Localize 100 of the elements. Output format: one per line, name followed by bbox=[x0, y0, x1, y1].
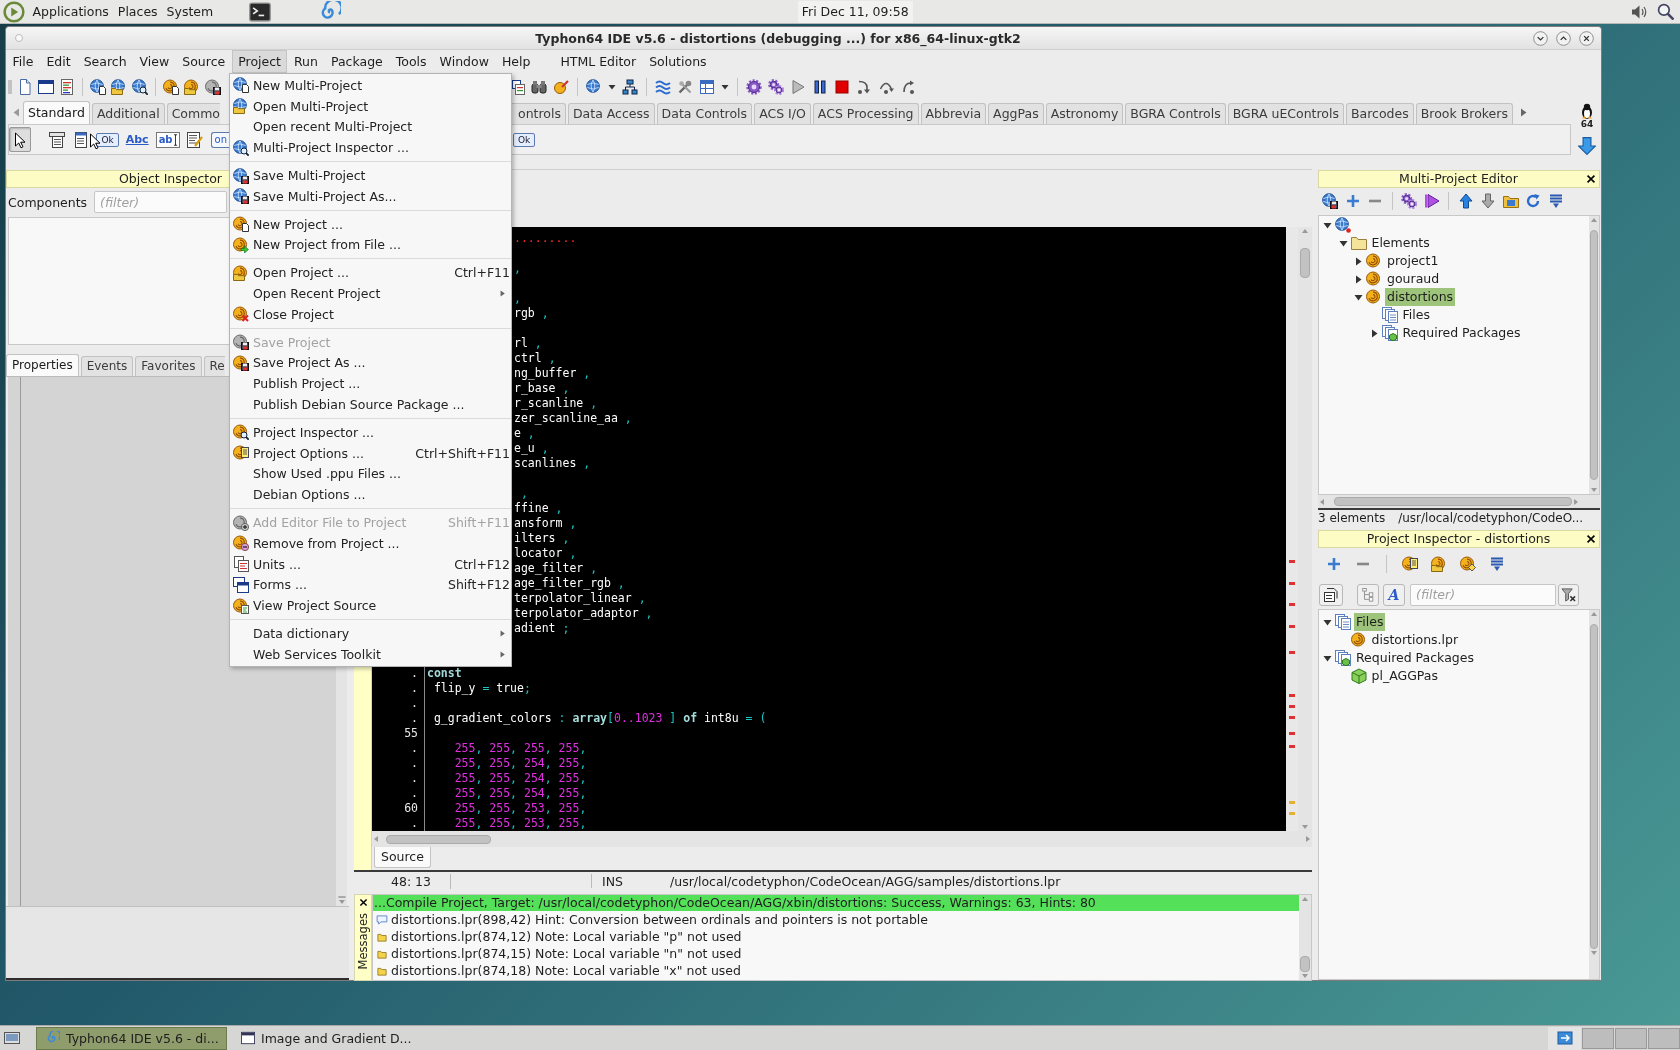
tab[interactable]: Events bbox=[80, 356, 134, 376]
palette-tab[interactable]: Barcodes bbox=[1346, 103, 1414, 124]
tree-item[interactable]: pl_AGGPas bbox=[1369, 667, 1440, 685]
error-marker-icon[interactable] bbox=[1289, 716, 1295, 719]
grip-icon[interactable] bbox=[8, 78, 12, 95]
vertical-scrollbar[interactable] bbox=[1299, 895, 1311, 980]
plus-icon[interactable] bbox=[1326, 556, 1342, 572]
play-circle-icon[interactable] bbox=[3, 0, 25, 23]
hierarchy-icon[interactable] bbox=[622, 78, 638, 95]
menu-item[interactable]: Forms ... Shift+F12 bbox=[230, 574, 511, 596]
tree-item[interactable]: gouraud bbox=[1385, 270, 1442, 288]
menu-item[interactable]: New Project ... bbox=[230, 213, 511, 235]
palette-button[interactable]: Ok bbox=[513, 132, 536, 147]
page-lines-icon[interactable] bbox=[59, 78, 75, 95]
menu-item[interactable]: Edit bbox=[39, 50, 78, 73]
show-desktop-icon[interactable] bbox=[4, 1030, 20, 1046]
taskbar-button[interactable]: Typhon64 IDE v5.6 - di... bbox=[36, 1026, 227, 1050]
disc-pencil-icon[interactable] bbox=[553, 78, 569, 95]
palette-tab[interactable]: BGRA uEControls bbox=[1227, 103, 1344, 124]
play-icon[interactable] bbox=[1423, 193, 1440, 209]
clock[interactable]: Fri Dec 11, 09:58 bbox=[797, 0, 913, 23]
page-button[interactable] bbox=[1319, 583, 1343, 606]
error-marker-icon[interactable] bbox=[1289, 560, 1295, 563]
maximize-icon[interactable] bbox=[1556, 30, 1571, 46]
filter-field[interactable]: (filter) bbox=[1410, 583, 1556, 606]
step-into-icon[interactable] bbox=[856, 78, 872, 95]
palette-tab[interactable]: AggPas bbox=[988, 103, 1044, 124]
play-icon[interactable] bbox=[790, 78, 806, 95]
menu-item[interactable]: Project Inspector ... bbox=[230, 421, 511, 443]
menu-item[interactable]: Remove from Project ... bbox=[230, 532, 511, 554]
menu-item[interactable]: Data dictionary bbox=[230, 623, 511, 644]
terminal-icon[interactable] bbox=[248, 0, 271, 23]
globe-floppy-icon[interactable] bbox=[1322, 193, 1338, 209]
error-marker-icon[interactable] bbox=[1289, 603, 1295, 606]
palette-tab[interactable]: ontrols bbox=[512, 103, 566, 124]
menu-item[interactable]: Open Project ... Ctrl+F11 bbox=[230, 262, 511, 284]
menu-item[interactable]: Solutions bbox=[642, 50, 714, 73]
menu-item[interactable]: Run bbox=[287, 50, 325, 73]
swirl-disc-folder-icon[interactable] bbox=[1431, 556, 1447, 572]
text-button[interactable]: A bbox=[1383, 583, 1405, 606]
list-menu-icon[interactable] bbox=[1489, 556, 1505, 572]
speaker-icon[interactable] bbox=[1631, 3, 1647, 20]
horizontal-scrollbar[interactable] bbox=[372, 831, 1312, 847]
menu-item[interactable]: Open recent Multi-Project bbox=[230, 116, 511, 138]
menu-item[interactable]: Open Recent Project bbox=[230, 283, 511, 304]
menu-item[interactable]: Open Multi-Project bbox=[230, 95, 511, 117]
warning-marker-icon[interactable] bbox=[1289, 812, 1295, 815]
message-text[interactable]: distortions.lpr(874,12) Note: Local variable "p" not used bbox=[391, 929, 742, 944]
message-text[interactable]: distortions.lpr(898,42) Hint: Conversion between ordinals and pointers is not portable bbox=[391, 912, 928, 927]
swirl-disc-floppy-icon[interactable] bbox=[205, 78, 221, 95]
close-icon[interactable] bbox=[1586, 174, 1596, 184]
horizontal-scrollbar[interactable] bbox=[1318, 495, 1600, 508]
palette-button[interactable]: Abc bbox=[125, 133, 149, 146]
menu-item[interactable]: Package bbox=[324, 50, 390, 73]
palette-tab[interactable]: Data Controls bbox=[656, 103, 753, 124]
menu-item[interactable]: Publish Project ... bbox=[230, 373, 511, 395]
palette-button[interactable]: on bbox=[210, 131, 230, 148]
clear-filter-button[interactable] bbox=[1558, 583, 1579, 606]
palette-button[interactable]: Ok bbox=[96, 132, 119, 147]
binoculars-icon[interactable] bbox=[531, 78, 547, 95]
menu-item[interactable]: Units ... Ctrl+F12 bbox=[230, 553, 511, 575]
palette-tab[interactable]: ACS I/O bbox=[754, 103, 811, 124]
panel-menu[interactable]: System bbox=[162, 4, 218, 19]
waves-icon[interactable] bbox=[655, 78, 671, 95]
close-icon[interactable] bbox=[1579, 30, 1594, 46]
menu-item[interactable]: Tools bbox=[389, 50, 434, 73]
globe-folder-icon[interactable] bbox=[111, 78, 127, 95]
menu-item[interactable]: Debian Options ... bbox=[230, 484, 511, 506]
error-marker-icon[interactable] bbox=[1289, 745, 1295, 748]
table-icon[interactable] bbox=[699, 78, 715, 95]
tree-item[interactable]: Files bbox=[1400, 306, 1432, 324]
gears-icon[interactable] bbox=[1401, 193, 1417, 209]
caret-right-icon[interactable] bbox=[1369, 328, 1379, 338]
palette-tab[interactable]: Astronomy bbox=[1045, 103, 1124, 124]
panel-menu[interactable]: Applications bbox=[28, 4, 114, 19]
panel-menu[interactable]: Places bbox=[113, 4, 163, 19]
tree-view-button[interactable] bbox=[1357, 583, 1379, 606]
palette-tab[interactable]: Additional bbox=[91, 103, 165, 124]
menu-item[interactable]: New Multi-Project bbox=[230, 75, 511, 96]
messages-tab[interactable]: Messages bbox=[354, 894, 372, 981]
menu-item[interactable]: Search bbox=[77, 50, 134, 73]
stop-icon[interactable] bbox=[834, 78, 850, 95]
caret-down-icon[interactable] bbox=[1338, 238, 1348, 248]
message-text[interactable]: distortions.lpr(874,18) Note: Local variable "x" not used bbox=[391, 963, 741, 978]
palette-tab[interactable]: Data Access bbox=[567, 103, 655, 124]
globe-icon[interactable] bbox=[1335, 217, 1351, 233]
message-text[interactable]: distortions.lpr(874,15) Note: Local variable "n" not used bbox=[391, 946, 742, 961]
palette-button[interactable]: ab bbox=[155, 131, 180, 148]
caret-right-icon[interactable] bbox=[1354, 256, 1363, 266]
caret-right-icon[interactable] bbox=[1354, 274, 1363, 284]
error-marker-icon[interactable] bbox=[1289, 651, 1295, 654]
penguin-icon[interactable] bbox=[1579, 103, 1595, 119]
arrow-down-icon[interactable] bbox=[1480, 193, 1496, 209]
menu-item[interactable]: Project bbox=[231, 50, 288, 73]
list-menu-icon[interactable] bbox=[1547, 193, 1564, 209]
error-marker-icon[interactable] bbox=[1289, 625, 1295, 628]
search-icon[interactable] bbox=[1657, 3, 1674, 20]
tree-item[interactable]: Files bbox=[1354, 613, 1386, 631]
filter-field[interactable]: (filter) bbox=[94, 191, 228, 213]
tree-item[interactable]: distortions bbox=[1385, 288, 1456, 306]
